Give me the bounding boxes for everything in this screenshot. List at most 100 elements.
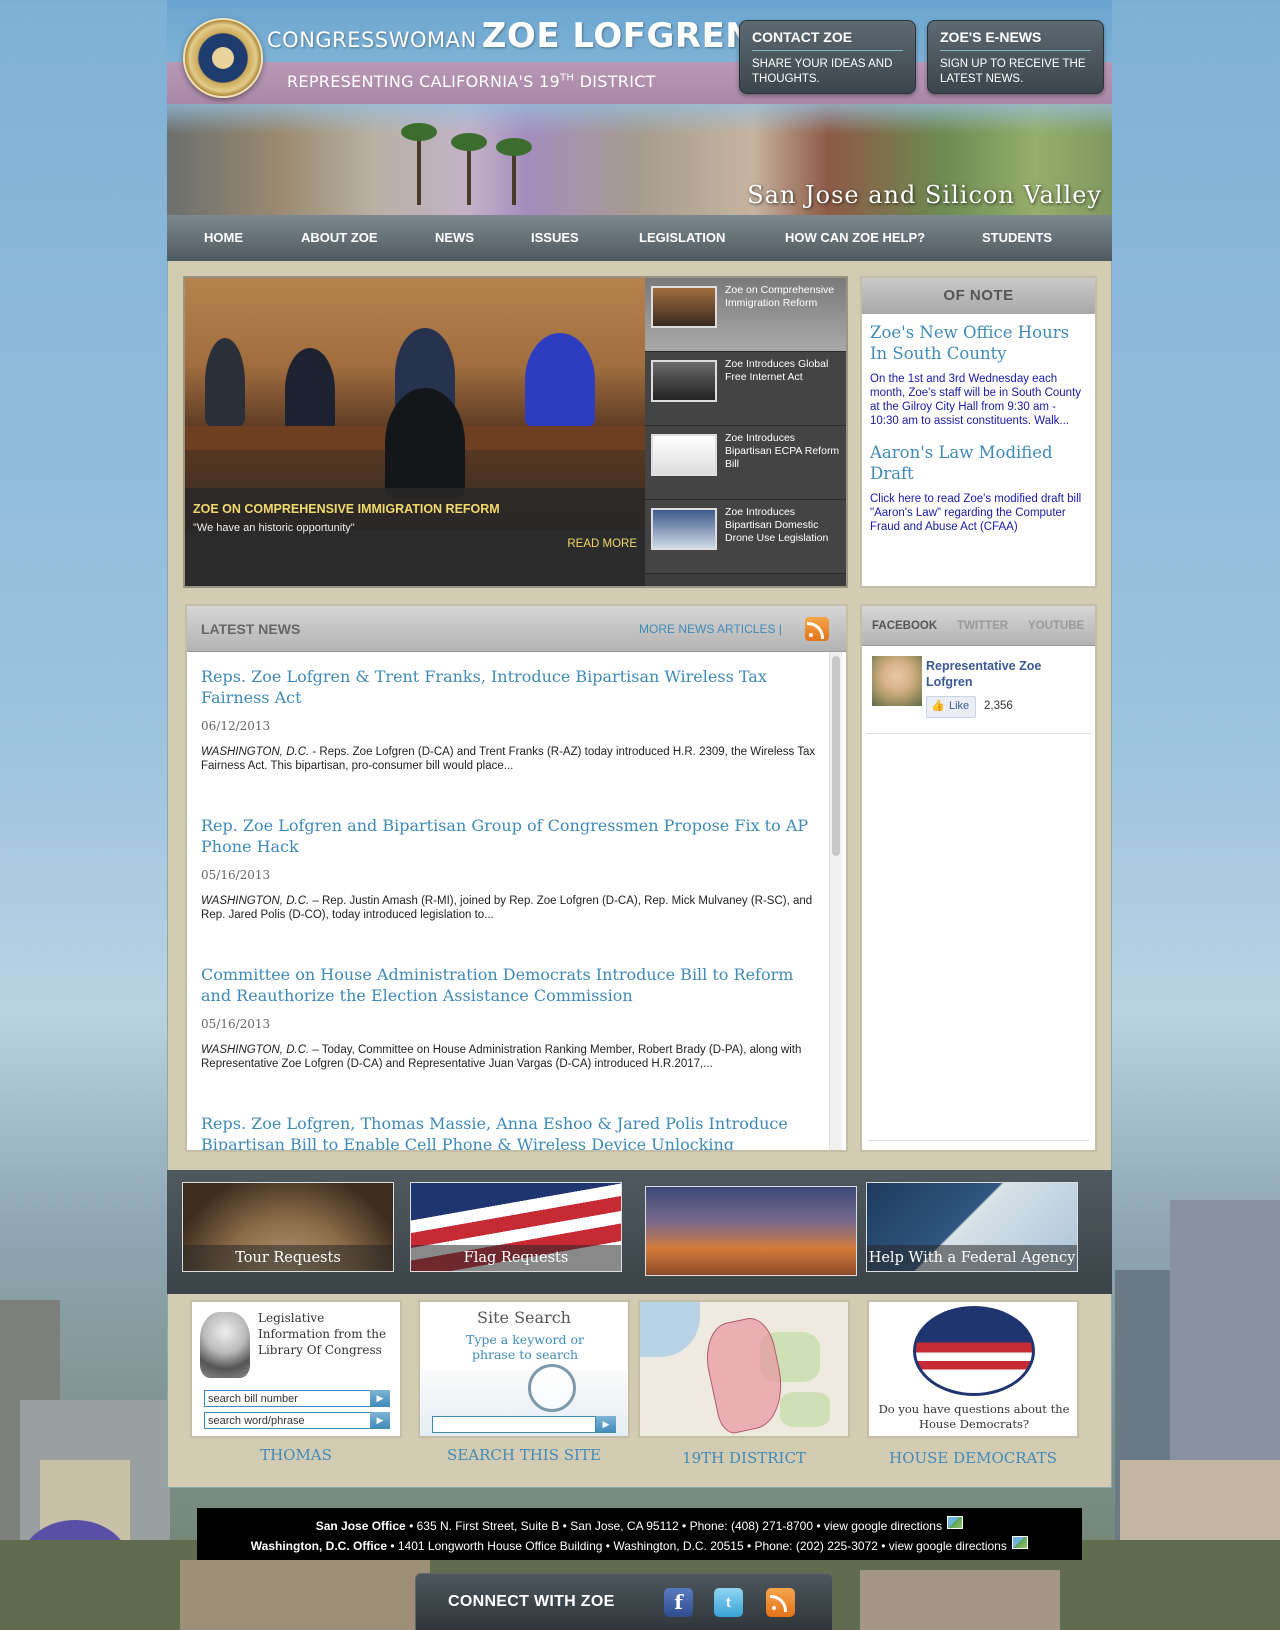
- dc-office: Washington, D.C. Office • 1401 Longworth…: [197, 1536, 1082, 1556]
- phrase-search-button[interactable]: ▶: [370, 1412, 390, 1429]
- tour-requests-link[interactable]: Tour Requests: [182, 1182, 394, 1272]
- directions-link[interactable]: view google directions: [889, 1539, 1007, 1553]
- nav-about-zoe[interactable]: ABOUT ZOE: [301, 230, 378, 245]
- map-water: [640, 1302, 700, 1357]
- latest-news-heading: LATEST NEWS: [201, 621, 301, 637]
- house-democrats-text: Do you have questions about the House De…: [878, 1402, 1070, 1431]
- main-content: ZOE ON COMPREHENSIVE IMMIGRATION REFORM …: [167, 261, 1112, 1170]
- nav-how-can-zoe-help[interactable]: HOW CAN ZOE HELP?: [785, 230, 925, 245]
- photo-figure: [525, 333, 595, 428]
- of-note-body[interactable]: On the 1st and 3rd Wednesday each month,…: [870, 372, 1087, 428]
- latest-news-header: LATEST NEWS MORE NEWS ARTICLES |: [187, 606, 846, 652]
- slider-thumbnails: Zoe on Comprehensive Immigration Reform …: [645, 278, 846, 586]
- map-icon[interactable]: [1012, 1536, 1029, 1549]
- district-link[interactable]: 19TH DISTRICT: [638, 1449, 850, 1467]
- tagline-end: DISTRICT: [574, 72, 656, 91]
- rss-icon[interactable]: [766, 1588, 795, 1617]
- of-note-title[interactable]: Zoe's New Office Hours In South County: [870, 322, 1087, 364]
- tab-youtube[interactable]: YOUTUBE: [1028, 620, 1084, 632]
- nav-students[interactable]: STUDENTS: [982, 230, 1052, 245]
- slider-thumb[interactable]: Zoe on Comprehensive Immigration Reform: [645, 278, 846, 352]
- news-article: Reps. Zoe Lofgren & Trent Franks, Introd…: [201, 666, 821, 773]
- of-note-heading: OF NOTE: [862, 278, 1095, 314]
- palm-tree: [496, 138, 532, 205]
- facebook-footer: [868, 1140, 1089, 1150]
- federal-agency-link[interactable]: Help With a Federal Agency: [866, 1182, 1078, 1272]
- latest-news-panel: LATEST NEWS MORE NEWS ARTICLES | Reps. Z…: [185, 604, 848, 1152]
- directions-link[interactable]: view google directions: [824, 1519, 942, 1533]
- scrollbar-thumb[interactable]: [832, 656, 840, 856]
- house-democrats-link[interactable]: HOUSE DEMOCRATS: [867, 1449, 1079, 1467]
- article-date: 05/16/2013: [201, 1017, 271, 1031]
- map-park: [780, 1392, 830, 1427]
- connect-title: CONNECT WITH ZOE: [448, 1593, 615, 1610]
- article-title[interactable]: Rep. Zoe Lofgren and Bipartisan Group of…: [201, 815, 821, 857]
- news-scrollbar[interactable]: [829, 652, 842, 1150]
- article-date: 05/16/2013: [201, 868, 271, 882]
- photo-figure: [285, 348, 335, 433]
- nav-news[interactable]: NEWS: [435, 230, 474, 245]
- article-title[interactable]: Reps. Zoe Lofgren, Thomas Massie, Anna E…: [201, 1113, 821, 1150]
- site-search-button[interactable]: ▶: [596, 1416, 616, 1433]
- bill-number-input[interactable]: [204, 1390, 390, 1407]
- enews-subtitle: SIGN UP TO RECEIVE THE LATEST NEWS.: [940, 58, 1086, 85]
- thomas-link[interactable]: THOMAS: [190, 1446, 402, 1464]
- like-button[interactable]: Like: [926, 696, 977, 718]
- slide-title[interactable]: ZOE ON COMPREHENSIVE IMMIGRATION REFORM: [193, 502, 637, 516]
- social-panel: FACEBOOK TWITTER YOUTUBE Representative …: [860, 604, 1097, 1152]
- nav-legislation[interactable]: LEGISLATION: [639, 230, 725, 245]
- banner-caption: San Jose and Silicon Valley: [747, 181, 1102, 209]
- more-news-link[interactable]: MORE NEWS ARTICLES |: [639, 622, 782, 636]
- bill-search-button[interactable]: ▶: [370, 1390, 390, 1407]
- map-icon[interactable]: [947, 1516, 964, 1529]
- enews-button[interactable]: ZOE'S E-NEWS SIGN UP TO RECEIVE THE LATE…: [927, 20, 1104, 94]
- office-addresses: San Jose Office • 635 N. First Street, S…: [197, 1508, 1082, 1560]
- feature-links: Tour Requests Flag Requests Help With a …: [167, 1170, 1112, 1294]
- slide-caption: ZOE ON COMPREHENSIVE IMMIGRATION REFORM …: [185, 488, 645, 586]
- site-title[interactable]: CONGRESSWOMAN ZOE LOFGREN: [267, 16, 754, 56]
- article-title[interactable]: Committee on House Administration Democr…: [201, 964, 821, 1006]
- read-more-link[interactable]: READ MORE: [567, 538, 637, 550]
- article-title[interactable]: Reps. Zoe Lofgren & Trent Franks, Introd…: [201, 666, 821, 708]
- site-search-input[interactable]: [432, 1416, 596, 1433]
- tab-facebook[interactable]: FACEBOOK: [872, 620, 937, 632]
- of-note-panel: OF NOTE Zoe's New Office Hours In South …: [860, 276, 1097, 588]
- flag-requests-link[interactable]: Flag Requests: [410, 1182, 622, 1272]
- slider-thumb[interactable]: Zoe Introduces Bipartisan ECPA Reform Bi…: [645, 426, 846, 500]
- avatar[interactable]: [872, 656, 922, 706]
- of-note-title[interactable]: Aaron's Law Modified Draft: [870, 442, 1087, 484]
- slider-thumb[interactable]: Zoe Introduces Global Free Internet Act: [645, 352, 846, 426]
- seal-icon[interactable]: [183, 18, 263, 98]
- san-jose-office: San Jose Office • 635 N. First Street, S…: [197, 1516, 1082, 1536]
- contact-zoe-button[interactable]: CONTACT ZOE SHARE YOUR IDEAS AND THOUGHT…: [739, 20, 916, 94]
- slider-thumb[interactable]: Zoe Introduces Bipartisan Domestic Drone…: [645, 500, 846, 574]
- banner-sky: [167, 104, 1112, 134]
- tagline-text: REPRESENTING CALIFORNIA'S 19: [287, 72, 560, 91]
- thumb-title: Zoe Introduces Bipartisan ECPA Reform Bi…: [725, 432, 840, 470]
- office-address: • 635 N. First Street, Suite B • San Jos…: [405, 1519, 824, 1533]
- featured-slider: ZOE ON COMPREHENSIVE IMMIGRATION REFORM …: [183, 276, 848, 588]
- facebook-icon[interactable]: f: [664, 1588, 693, 1617]
- of-note-body[interactable]: Click here to read Zoe's modified draft …: [870, 492, 1087, 534]
- photo-figure: [385, 388, 465, 498]
- social-tabs: FACEBOOK TWITTER YOUTUBE: [862, 606, 1095, 646]
- tab-twitter[interactable]: TWITTER: [957, 620, 1008, 632]
- nav-home[interactable]: HOME: [204, 230, 243, 245]
- contact-subtitle: SHARE YOUR IDEAS AND THOUGHTS.: [752, 58, 893, 85]
- rss-icon[interactable]: [805, 617, 829, 641]
- news-article: Committee on House Administration Democr…: [201, 964, 821, 1071]
- facebook-page-name[interactable]: Representative Zoe Lofgren: [926, 658, 1086, 690]
- search-site-link[interactable]: SEARCH THIS SITE: [418, 1446, 630, 1464]
- twitter-icon[interactable]: t: [714, 1588, 743, 1617]
- capitol-link[interactable]: [645, 1186, 857, 1276]
- nav-issues[interactable]: ISSUES: [531, 230, 579, 245]
- tagline-sup: TH: [559, 72, 575, 84]
- enews-title: ZOE'S E-NEWS: [940, 29, 1091, 51]
- tagline: REPRESENTING CALIFORNIA'S 19TH DISTRICT: [287, 72, 656, 91]
- office-address: • 1401 Longworth House Office Building •…: [387, 1539, 889, 1553]
- thumb-image: [651, 434, 717, 476]
- thumb-image: [651, 286, 717, 328]
- office-label: Washington, D.C. Office: [250, 1539, 387, 1553]
- district-map[interactable]: [638, 1300, 850, 1438]
- word-phrase-input[interactable]: [204, 1412, 390, 1429]
